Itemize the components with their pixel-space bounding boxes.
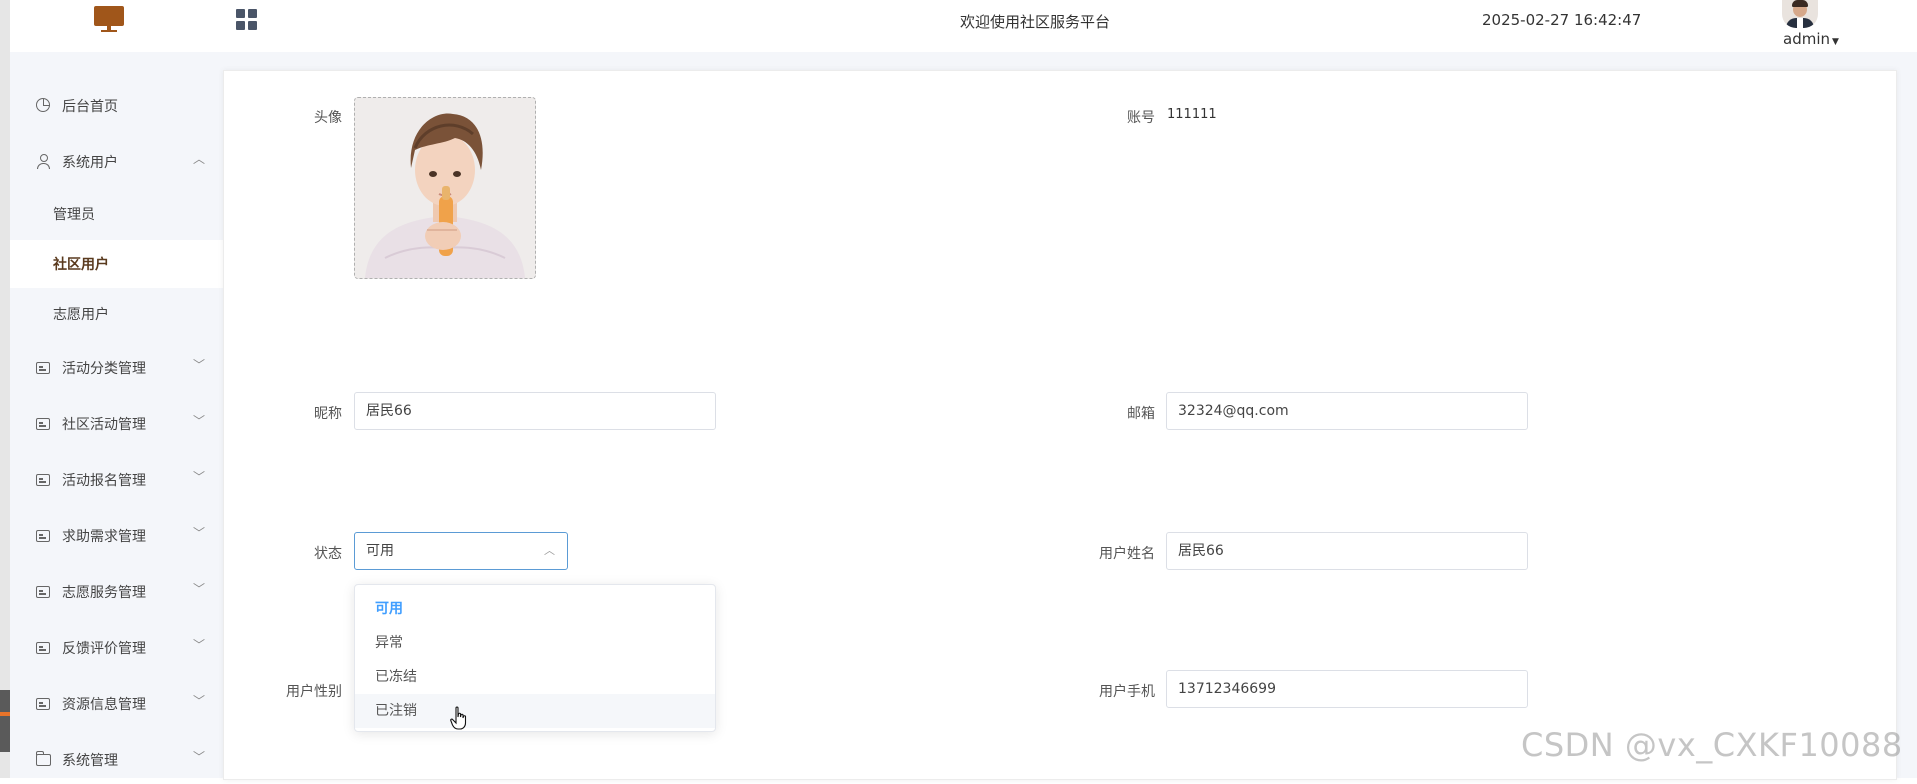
chevron-down-icon: ﹀	[192, 526, 205, 540]
sidebar-item-resources[interactable]: 资源信息管理 ﹀	[10, 680, 223, 728]
window-edge-dark	[0, 690, 10, 752]
chevron-down-icon: ﹀	[192, 638, 205, 652]
user-icon	[36, 154, 50, 170]
sidebar-item-label: 资源信息管理	[62, 697, 146, 713]
sidebar-item-label: 社区活动管理	[62, 417, 146, 433]
email-label: 邮箱	[1127, 406, 1155, 422]
sidebar-subitem-volunteer-users[interactable]: 志愿用户	[10, 290, 223, 338]
sidebar-item-system-management[interactable]: 系统管理 ﹀	[10, 736, 223, 784]
phone-field[interactable]: 13712346699	[1166, 670, 1528, 708]
sidebar-item-label: 系统用户	[62, 155, 118, 171]
email-field[interactable]: 32324@qq.com	[1166, 392, 1528, 430]
sidebar-item-label: 求助需求管理	[62, 529, 146, 545]
sidebar-item-community-activity[interactable]: 社区活动管理 ﹀	[10, 400, 223, 448]
chevron-down-icon: ﹀	[192, 582, 205, 596]
datetime-display: 2025-02-27 16:42:47	[1482, 11, 1642, 29]
nickname-label: 昵称	[314, 406, 342, 422]
status-option-available[interactable]: 可用	[355, 592, 715, 626]
nickname-field[interactable]: 居民66	[354, 392, 716, 430]
sidebar-subitem-admins[interactable]: 管理员	[10, 190, 223, 238]
doc-icon	[36, 362, 50, 374]
doc-icon	[36, 474, 50, 486]
monitor-logo-icon[interactable]	[94, 6, 124, 32]
clock-icon	[36, 98, 50, 112]
sidebar-item-label: 后台首页	[62, 99, 118, 115]
sidebar-item-activity-category[interactable]: 活动分类管理 ﹀	[10, 344, 223, 392]
status-select[interactable]: 可用 ︿	[354, 532, 568, 570]
chevron-down-icon: ﹀	[192, 414, 205, 428]
status-option-abnormal[interactable]: 异常	[355, 626, 715, 660]
doc-icon	[36, 530, 50, 542]
phone-label: 用户手机	[1099, 684, 1155, 700]
sidebar-item-label: 反馈评价管理	[62, 641, 146, 657]
site-title: 欢迎使用社区服务平台	[960, 13, 1111, 31]
user-menu[interactable]: admin ▼	[1783, 30, 1839, 48]
chevron-down-icon: ﹀	[192, 694, 205, 708]
sidebar-subitem-label: 社区用户	[53, 257, 109, 273]
hand-pointer-icon	[450, 706, 467, 730]
doc-icon	[36, 698, 50, 710]
window-edge	[0, 0, 10, 778]
gender-label: 用户性别	[286, 684, 342, 700]
chevron-up-icon: ︿	[544, 544, 555, 557]
chevron-down-icon: ▼	[1832, 37, 1839, 47]
realname-label: 用户姓名	[1099, 546, 1155, 562]
sidebar-item-home[interactable]: 后台首页	[10, 82, 223, 130]
avatar[interactable]	[1782, 0, 1818, 28]
top-header: 欢迎使用社区服务平台 2025-02-27 16:42:47 admin ▼	[10, 0, 1917, 52]
chevron-up-icon: ︿	[192, 152, 205, 166]
avatar-upload[interactable]	[354, 97, 536, 279]
chevron-down-icon: ﹀	[192, 470, 205, 484]
doc-icon	[36, 418, 50, 430]
chevron-down-icon: ﹀	[192, 750, 205, 764]
sidebar-item-volunteer-service[interactable]: 志愿服务管理 ﹀	[10, 568, 223, 616]
watermark: CSDN @vx_CXKF10088	[1521, 726, 1903, 764]
status-option-cancelled[interactable]: 已注销	[355, 694, 715, 728]
status-dropdown: 可用 异常 已冻结 已注销	[354, 584, 716, 732]
sidebar-item-feedback[interactable]: 反馈评价管理 ﹀	[10, 624, 223, 672]
avatar-label: 头像	[314, 110, 342, 126]
status-option-frozen[interactable]: 已冻结	[355, 660, 715, 694]
sidebar-item-label: 系统管理	[62, 753, 118, 769]
window-edge-accent	[0, 712, 10, 716]
sidebar-item-system-users[interactable]: 系统用户 ︿	[10, 138, 223, 186]
sidebar-item-label: 志愿服务管理	[62, 585, 146, 601]
status-select-value: 可用	[366, 543, 394, 559]
folder-icon	[35, 751, 51, 766]
sidebar-item-label: 活动分类管理	[62, 361, 146, 377]
sidebar: 后台首页 系统用户 ︿ 管理员 社区用户 志愿用户 活动分类管理 ﹀ 社区活动管…	[10, 52, 223, 778]
realname-field[interactable]: 居民66	[1166, 532, 1528, 570]
avatar-image	[355, 98, 535, 278]
doc-icon	[36, 586, 50, 598]
sidebar-subitem-label: 管理员	[53, 207, 95, 223]
account-value: 111111	[1167, 107, 1217, 122]
user-name: admin	[1783, 30, 1830, 48]
chevron-down-icon: ﹀	[192, 358, 205, 372]
sidebar-item-label: 活动报名管理	[62, 473, 146, 489]
account-label: 账号	[1127, 110, 1155, 126]
sidebar-item-help-requests[interactable]: 求助需求管理 ﹀	[10, 512, 223, 560]
doc-icon	[36, 642, 50, 654]
sidebar-item-activity-signup[interactable]: 活动报名管理 ﹀	[10, 456, 223, 504]
status-label: 状态	[314, 546, 342, 562]
sidebar-subitem-label: 志愿用户	[53, 307, 109, 323]
grid-menu-icon[interactable]	[236, 9, 258, 31]
sidebar-subitem-community-users[interactable]: 社区用户	[10, 240, 223, 288]
